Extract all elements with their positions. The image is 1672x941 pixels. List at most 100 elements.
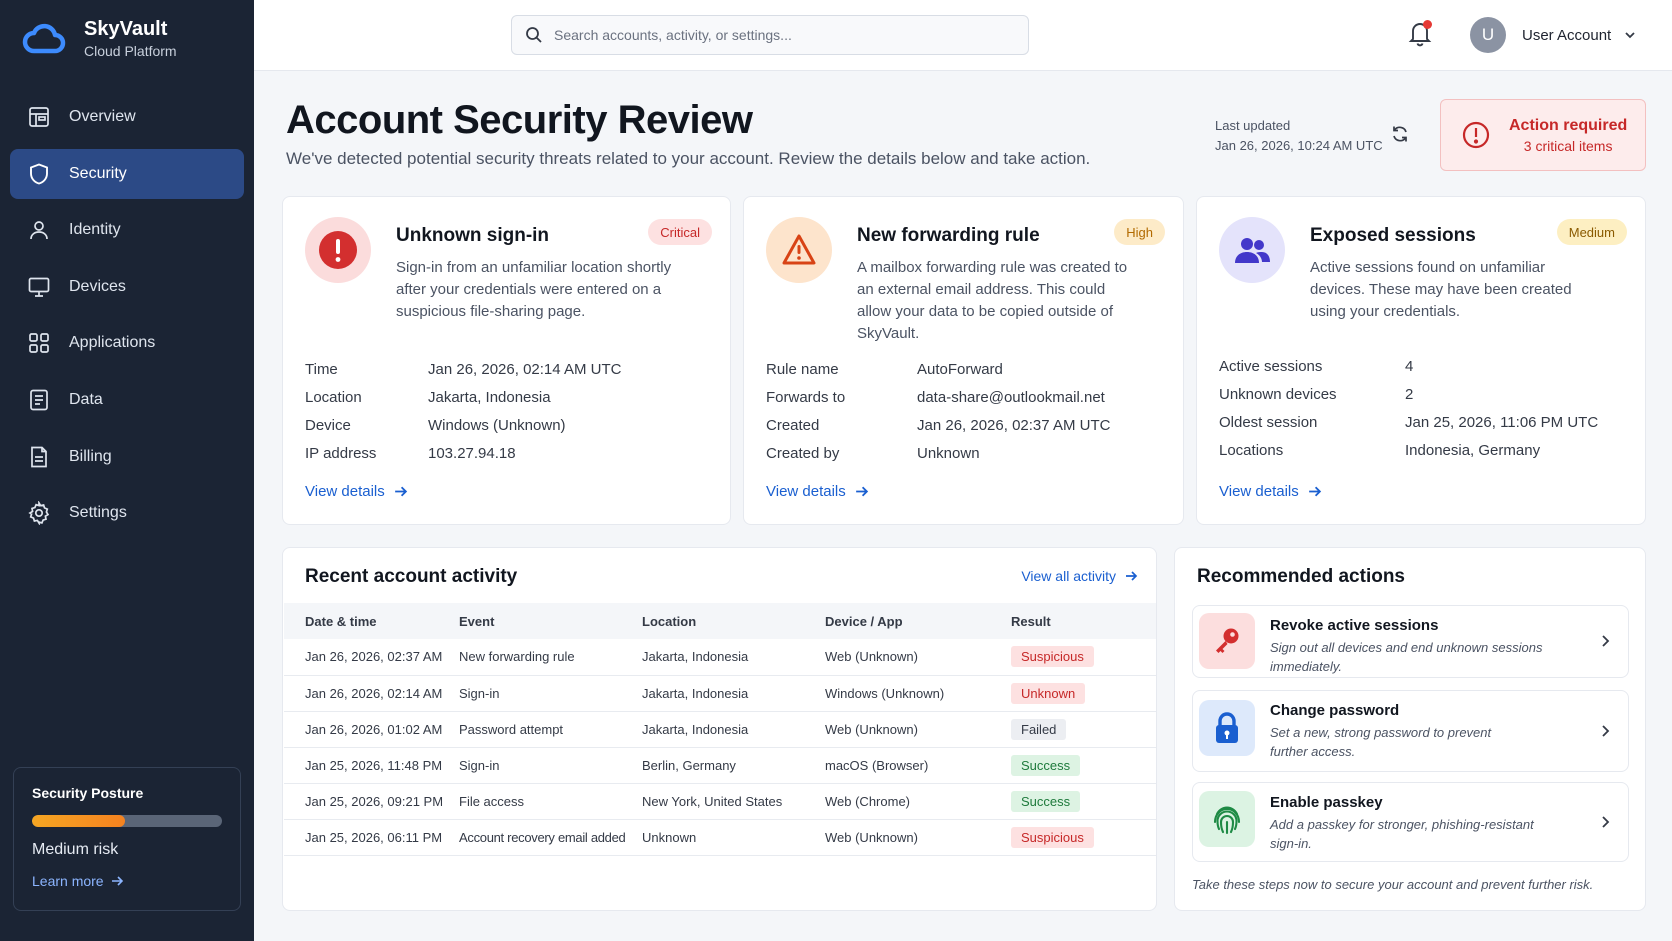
detail-key: Created xyxy=(766,416,820,434)
search-box[interactable] xyxy=(511,15,1029,55)
refresh-icon[interactable] xyxy=(1390,124,1410,144)
user-name: User Account xyxy=(1522,26,1612,44)
detail-value: Indonesia, Germany xyxy=(1405,441,1541,459)
sidebar-item-label: Security xyxy=(69,164,127,182)
user-menu[interactable]: U User Account xyxy=(1470,17,1637,53)
search-icon xyxy=(526,27,542,43)
table-row[interactable]: Jan 26, 2026, 02:37 AM New forwarding ru… xyxy=(284,639,1156,676)
table-row[interactable]: Jan 25, 2026, 09:21 PM File access New Y… xyxy=(284,783,1156,820)
page-title: Account Security Review xyxy=(286,98,753,142)
monitor-icon xyxy=(28,277,50,297)
cell-result: Success xyxy=(1011,783,1156,820)
document-icon xyxy=(30,389,48,411)
detail-value: AutoForward xyxy=(917,360,1003,378)
action-required-title: Action required xyxy=(1509,116,1628,134)
action-required-banner[interactable]: Action required 3 critical items xyxy=(1440,99,1646,171)
arrow-right-icon xyxy=(1308,486,1321,497)
cell-event: Password attempt xyxy=(459,711,642,748)
detail-value: Unknown xyxy=(917,444,980,462)
detail-key: Active sessions xyxy=(1219,357,1323,375)
cell-event: File access xyxy=(459,783,642,820)
posture-level: Medium risk xyxy=(32,841,119,858)
result-badge: Failed xyxy=(1011,718,1067,740)
detail-row: Time Jan 26, 2026, 02:14 AM UTC xyxy=(305,355,705,383)
view-details-label: View details xyxy=(1219,483,1299,500)
learn-more-link[interactable]: Learn more xyxy=(32,873,222,889)
chevron-right-icon xyxy=(1602,635,1610,647)
table-row[interactable]: Jan 25, 2026, 06:11 PM Account recovery … xyxy=(284,819,1156,856)
detail-key: IP address xyxy=(305,444,377,462)
sidebar-item-billing[interactable]: Billing xyxy=(10,432,244,482)
cell-datetime: Jan 26, 2026, 02:14 AM xyxy=(284,675,459,712)
topbar: U User Account xyxy=(254,0,1672,71)
detail-row: Unknown devices 2 xyxy=(1219,380,1629,408)
sidebar-item-label: Identity xyxy=(69,221,121,239)
recommended-title: Recommended actions xyxy=(1197,566,1405,587)
posture-progress-fill xyxy=(32,815,126,827)
arrow-right-icon xyxy=(855,486,868,497)
sidebar-item-label: Overview xyxy=(69,108,136,125)
search-input[interactable] xyxy=(554,27,1014,43)
sidebar-item-security[interactable]: Security xyxy=(10,148,244,199)
rec-description: Sign out all devices and end unknown ses… xyxy=(1270,640,1543,674)
detail-value: 103.27.94.18 xyxy=(428,444,516,462)
sidebar-item-overview[interactable]: Overview xyxy=(10,92,244,142)
brand[interactable]: SkyVault Cloud Platform xyxy=(22,14,177,64)
recommended-footer: Take these steps now to secure your acco… xyxy=(1192,877,1594,892)
view-details-link[interactable]: View details xyxy=(305,483,408,500)
detail-key: Locations xyxy=(1219,441,1284,459)
detail-row: Created by Unknown xyxy=(766,439,1166,467)
view-all-activity-link[interactable]: View all activity xyxy=(1021,568,1138,584)
result-badge: Suspicious xyxy=(1011,826,1094,848)
detail-row: Rule name AutoForward xyxy=(766,355,1166,383)
cell-device: macOS (Browser) xyxy=(825,747,1011,784)
fingerprint-icon xyxy=(1213,806,1241,835)
cell-device: Web (Chrome) xyxy=(825,783,1011,820)
column-header[interactable]: Location xyxy=(642,603,825,639)
column-header[interactable]: Device / App xyxy=(825,603,1011,639)
table-row[interactable]: Jan 26, 2026, 01:02 AM Password attempt … xyxy=(284,711,1156,748)
sidebar-item-data[interactable]: Data xyxy=(10,375,244,425)
detail-key: Unknown devices xyxy=(1219,385,1337,403)
view-details-link[interactable]: View details xyxy=(1219,483,1322,500)
notifications-button[interactable] xyxy=(1406,18,1434,48)
view-details-label: View details xyxy=(305,483,385,500)
detail-row: Forwards to data-share@outlookmail.net xyxy=(766,383,1166,411)
view-details-link[interactable]: View details xyxy=(766,483,869,500)
cell-device: Windows (Unknown) xyxy=(825,675,1011,712)
threat-card-forwarding-rule: New forwarding rule High A mailbox forwa… xyxy=(743,196,1184,525)
detail-row: Location Jakarta, Indonesia xyxy=(305,383,705,411)
recent-activity-card: Recent account activity View all activit… xyxy=(282,547,1157,911)
cloud-logo-icon xyxy=(22,23,66,54)
sidebar-item-label: Applications xyxy=(69,334,156,352)
result-badge: Suspicious xyxy=(1011,646,1094,668)
detail-row: Device Windows (Unknown) xyxy=(305,411,705,439)
detail-value: 2 xyxy=(1405,385,1414,403)
last-updated: Last updated Jan 26, 2026, 10:24 AM UTC xyxy=(1215,116,1383,156)
users-icon xyxy=(1235,238,1270,263)
threat-description: A mailbox forwarding rule was created to… xyxy=(857,259,1128,342)
column-header[interactable]: Date & time xyxy=(284,603,459,639)
table-row[interactable]: Jan 26, 2026, 02:14 AM Sign-in Jakarta, … xyxy=(284,675,1156,712)
sidebar-item-devices[interactable]: Devices xyxy=(10,262,244,312)
arrow-right-icon xyxy=(1126,571,1138,581)
detail-row: Locations Indonesia, Germany xyxy=(1219,436,1629,464)
posture-progress-bar xyxy=(32,815,222,827)
cell-event: Account recovery email added xyxy=(459,819,642,856)
detail-value: Jan 25, 2026, 11:06 PM UTC xyxy=(1405,413,1599,431)
sidebar-item-settings[interactable]: Settings xyxy=(10,488,244,538)
sidebar-item-applications[interactable]: Applications xyxy=(10,318,244,368)
rec-title: Enable passkey xyxy=(1270,794,1383,811)
sidebar-item-identity[interactable]: Identity xyxy=(10,205,244,255)
column-header[interactable]: Result xyxy=(1011,603,1156,639)
enable-passkey-action[interactable]: Enable passkey Add a passkey for stronge… xyxy=(1192,782,1629,862)
severity-badge: Critical xyxy=(648,219,712,245)
cell-datetime: Jan 26, 2026, 02:37 AM xyxy=(284,639,459,676)
learn-more-label: Learn more xyxy=(32,873,104,889)
last-updated-label: Last updated xyxy=(1215,118,1291,133)
column-header[interactable]: Event xyxy=(459,603,642,639)
change-password-action[interactable]: Change password Set a new, strong passwo… xyxy=(1192,690,1629,772)
revoke-sessions-action[interactable]: Revoke active sessions Sign out all devi… xyxy=(1192,605,1629,678)
table-row[interactable]: Jan 25, 2026, 11:48 PM Sign-in Berlin, G… xyxy=(284,747,1156,784)
sidebar-item-label: Billing xyxy=(69,447,112,465)
